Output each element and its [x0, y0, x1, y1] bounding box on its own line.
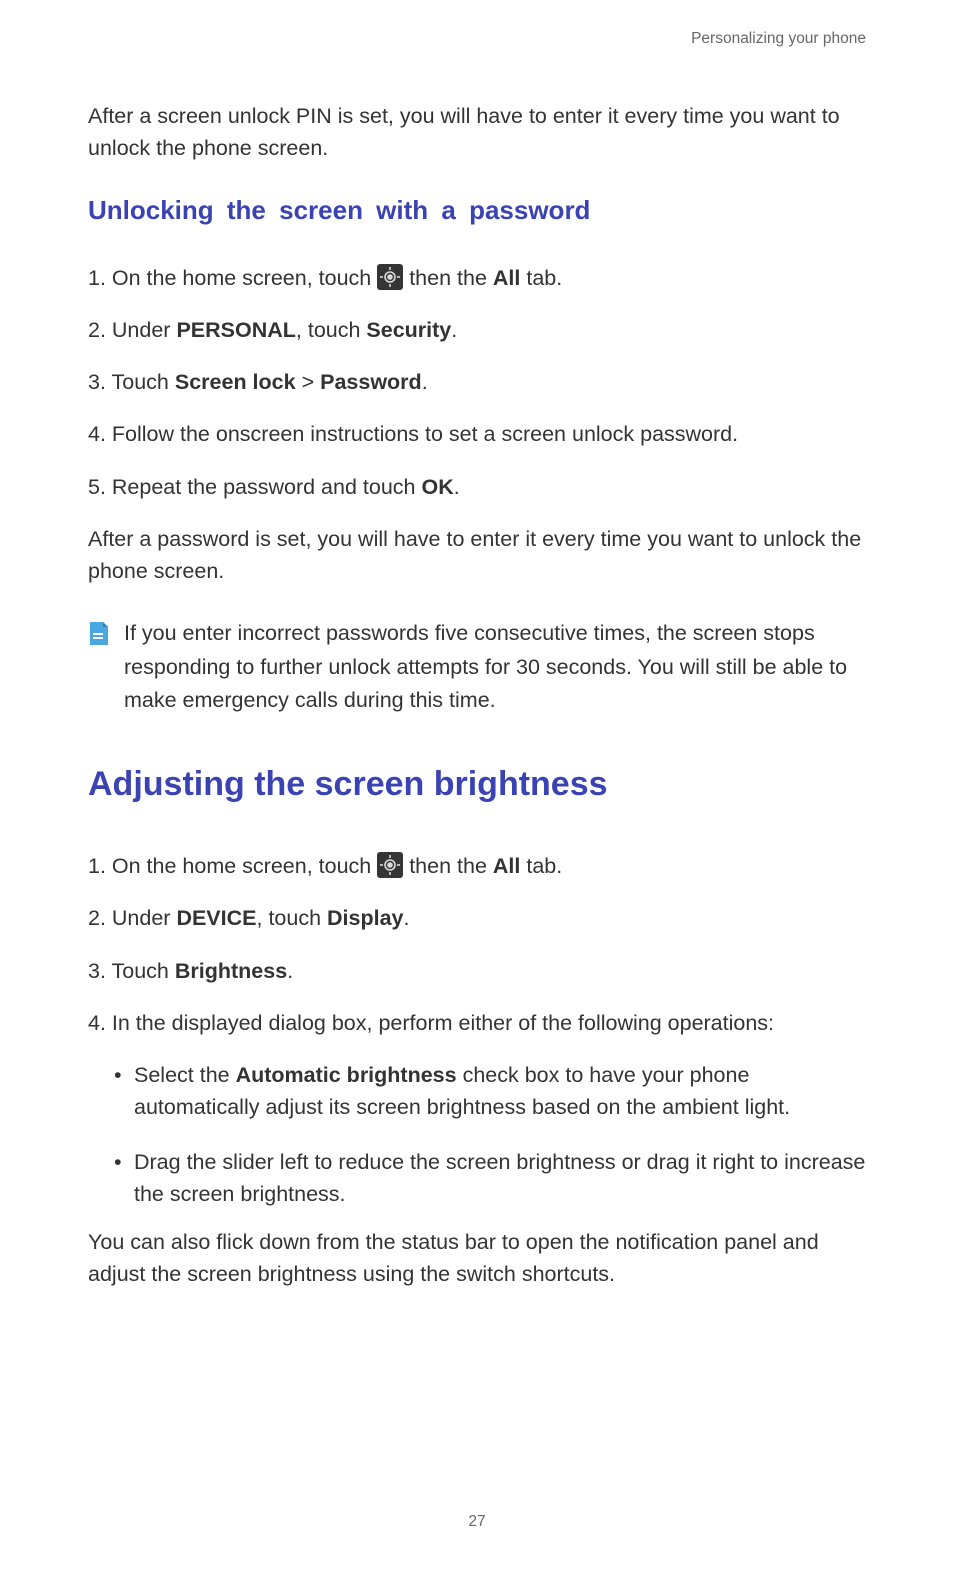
- bullet-list: Select the Automatic brightness check bo…: [114, 1059, 866, 1210]
- step-text: , touch: [257, 906, 328, 930]
- step-text: tab.: [520, 854, 562, 878]
- note-icon: [88, 621, 110, 652]
- step-4-bright: 4. In the displayed dialog box, perform …: [88, 1007, 866, 1039]
- bold-text: OK: [421, 475, 453, 499]
- note-block: If you enter incorrect passwords five co…: [88, 617, 866, 717]
- bold-text: All: [493, 854, 520, 878]
- page-number: 27: [0, 1513, 954, 1531]
- bold-text: PERSONAL: [176, 318, 295, 342]
- step-2-unlock: 2. Under PERSONAL, touch Security.: [88, 314, 866, 346]
- bold-text: All: [493, 266, 520, 290]
- step-2-bright: 2. Under DEVICE, touch Display.: [88, 902, 866, 934]
- step-text: .: [404, 906, 410, 930]
- bold-text: Security: [366, 318, 451, 342]
- bold-text: Display: [327, 906, 403, 930]
- page-header: Personalizing your phone: [88, 30, 866, 48]
- step-text: 3. Touch: [88, 370, 175, 394]
- bold-text: DEVICE: [176, 906, 256, 930]
- step-text: 1. On the home screen, touch: [88, 266, 377, 290]
- step-text: 1. On the home screen, touch: [88, 854, 377, 878]
- list-item: Select the Automatic brightness check bo…: [114, 1059, 866, 1124]
- section-subheading-unlock-password: Unlocking the screen with a password: [88, 195, 866, 226]
- step-text: 3. Touch: [88, 959, 175, 983]
- settings-icon: [377, 264, 403, 290]
- step-text: >: [296, 370, 321, 394]
- step-5-unlock: 5. Repeat the password and touch OK.: [88, 471, 866, 503]
- after-paragraph-bright: You can also flick down from the status …: [88, 1226, 866, 1291]
- step-1-unlock: 1. On the home screen, touch then the Al…: [88, 262, 866, 294]
- step-text: .: [287, 959, 293, 983]
- step-text: then the: [403, 854, 493, 878]
- step-text: , touch: [296, 318, 367, 342]
- step-text: tab.: [520, 266, 562, 290]
- settings-icon: [377, 852, 403, 878]
- step-text: .: [451, 318, 457, 342]
- step-4-unlock: 4. Follow the onscreen instructions to s…: [88, 418, 866, 450]
- step-3-bright: 3. Touch Brightness.: [88, 955, 866, 987]
- bold-text: Screen lock: [175, 370, 296, 394]
- step-text: 5. Repeat the password and touch: [88, 475, 421, 499]
- step-text: .: [422, 370, 428, 394]
- step-text: .: [454, 475, 460, 499]
- section-heading-brightness: Adjusting the screen brightness: [88, 765, 866, 804]
- note-text: If you enter incorrect passwords five co…: [124, 617, 866, 717]
- bullet-text: Select the: [134, 1063, 236, 1087]
- step-text: 2. Under: [88, 318, 176, 342]
- bold-text: Password: [320, 370, 422, 394]
- step-text: 2. Under: [88, 906, 176, 930]
- bold-text: Brightness: [175, 959, 287, 983]
- step-text: then the: [403, 266, 493, 290]
- intro-paragraph: After a screen unlock PIN is set, you wi…: [88, 100, 866, 165]
- list-item: Drag the slider left to reduce the scree…: [114, 1146, 866, 1211]
- after-paragraph-unlock: After a password is set, you will have t…: [88, 523, 866, 588]
- step-3-unlock: 3. Touch Screen lock > Password.: [88, 366, 866, 398]
- bold-text: Automatic brightness: [236, 1063, 457, 1087]
- step-1-bright: 1. On the home screen, touch then the Al…: [88, 850, 866, 882]
